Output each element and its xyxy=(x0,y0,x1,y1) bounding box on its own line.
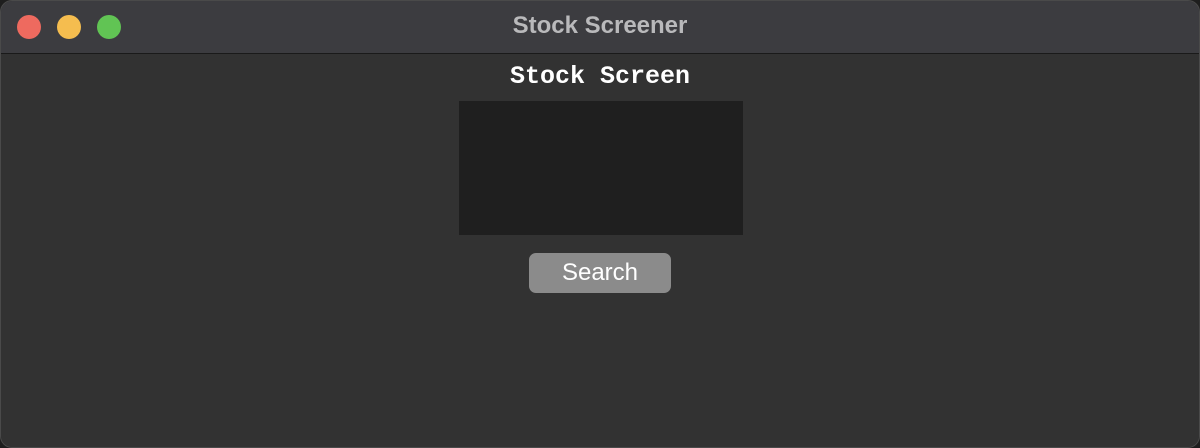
search-button[interactable]: Search xyxy=(529,253,671,293)
app-window: Stock Screener Stock Screen Search xyxy=(0,0,1200,448)
ticker-input-area[interactable] xyxy=(459,101,743,235)
title-bar[interactable]: Stock Screener xyxy=(1,1,1199,54)
page-title: Stock Screen xyxy=(509,62,691,91)
window-title: Stock Screener xyxy=(512,12,688,39)
main-content: Stock Screen Search xyxy=(1,54,1199,447)
